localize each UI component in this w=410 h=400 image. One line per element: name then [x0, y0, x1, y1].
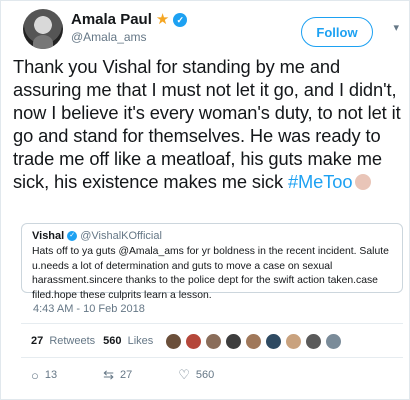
retweet-icon: ⇆ — [103, 367, 115, 382]
verified-icon: ✓ — [173, 12, 188, 27]
author-handle[interactable]: @Amala_ams — [71, 30, 147, 44]
quoted-tweet-header: Vishal ✓ @VishalKOfficial — [32, 230, 392, 242]
tweet-actions: ○ 13 ⇆ 27 ♡ 560 — [31, 367, 260, 383]
star-icon: ★ — [155, 11, 170, 28]
liker-avatar[interactable] — [185, 332, 203, 350]
like-count: 560 — [195, 369, 215, 381]
likes-stat[interactable]: 560 Likes — [103, 335, 153, 347]
praying-hands-icon — [355, 174, 372, 190]
heart-icon: ♡ — [178, 367, 190, 382]
liker-avatar[interactable] — [225, 332, 243, 350]
tweet-stats: 27 Retweets 560 Likes — [31, 331, 343, 351]
like-button[interactable]: ♡ 560 — [178, 367, 214, 383]
retweets-count: 27 — [31, 335, 44, 347]
liker-avatars — [165, 332, 343, 350]
liker-avatar[interactable] — [325, 332, 343, 350]
retweet-button[interactable]: ⇆ 27 — [103, 367, 132, 383]
liker-avatar[interactable] — [265, 332, 283, 350]
divider — [21, 323, 403, 324]
tweet-timestamp[interactable]: 4:43 AM - 10 Feb 2018 — [33, 303, 145, 315]
hashtag-link[interactable]: #MeToo — [288, 171, 353, 192]
verified-icon: ✓ — [67, 231, 78, 241]
reply-count: 13 — [44, 369, 58, 381]
likes-label: Likes — [127, 335, 154, 347]
retweets-stat[interactable]: 27 Retweets — [31, 335, 95, 347]
liker-avatar[interactable] — [305, 332, 323, 350]
quoted-author-handle: @VishalKOfficial — [80, 230, 162, 242]
author-display-name[interactable]: Amala Paul — [71, 11, 152, 28]
likes-count: 560 — [103, 335, 122, 347]
liker-avatar[interactable] — [205, 332, 223, 350]
author-name-row: Amala Paul ★ ✓ — [71, 11, 188, 28]
follow-button[interactable]: Follow — [301, 17, 373, 47]
retweets-label: Retweets — [49, 335, 96, 347]
divider — [21, 357, 403, 358]
reply-icon: ○ — [31, 367, 39, 383]
reply-button[interactable]: ○ 13 — [31, 368, 57, 383]
quoted-tweet-text: Hats off to ya guts @Amala_ams for yr bo… — [32, 246, 389, 301]
tweet-header: Amala Paul ★ ✓ @Amala_ams Follow ▾ — [23, 9, 403, 49]
liker-avatar[interactable] — [165, 332, 183, 350]
quoted-author-name: Vishal — [32, 230, 65, 242]
avatar[interactable] — [23, 9, 63, 49]
tweet-card: Amala Paul ★ ✓ @Amala_ams Follow ▾ Thank… — [0, 0, 410, 400]
retweet-count: 27 — [120, 369, 133, 381]
liker-avatar[interactable] — [285, 332, 303, 350]
liker-avatar[interactable] — [245, 332, 263, 350]
tweet-text: Thank you Vishal for standing by me and … — [13, 55, 405, 193]
quoted-tweet[interactable]: Vishal ✓ @VishalKOfficial Hats off to ya… — [21, 223, 403, 301]
chevron-down-icon[interactable]: ▾ — [393, 21, 399, 34]
